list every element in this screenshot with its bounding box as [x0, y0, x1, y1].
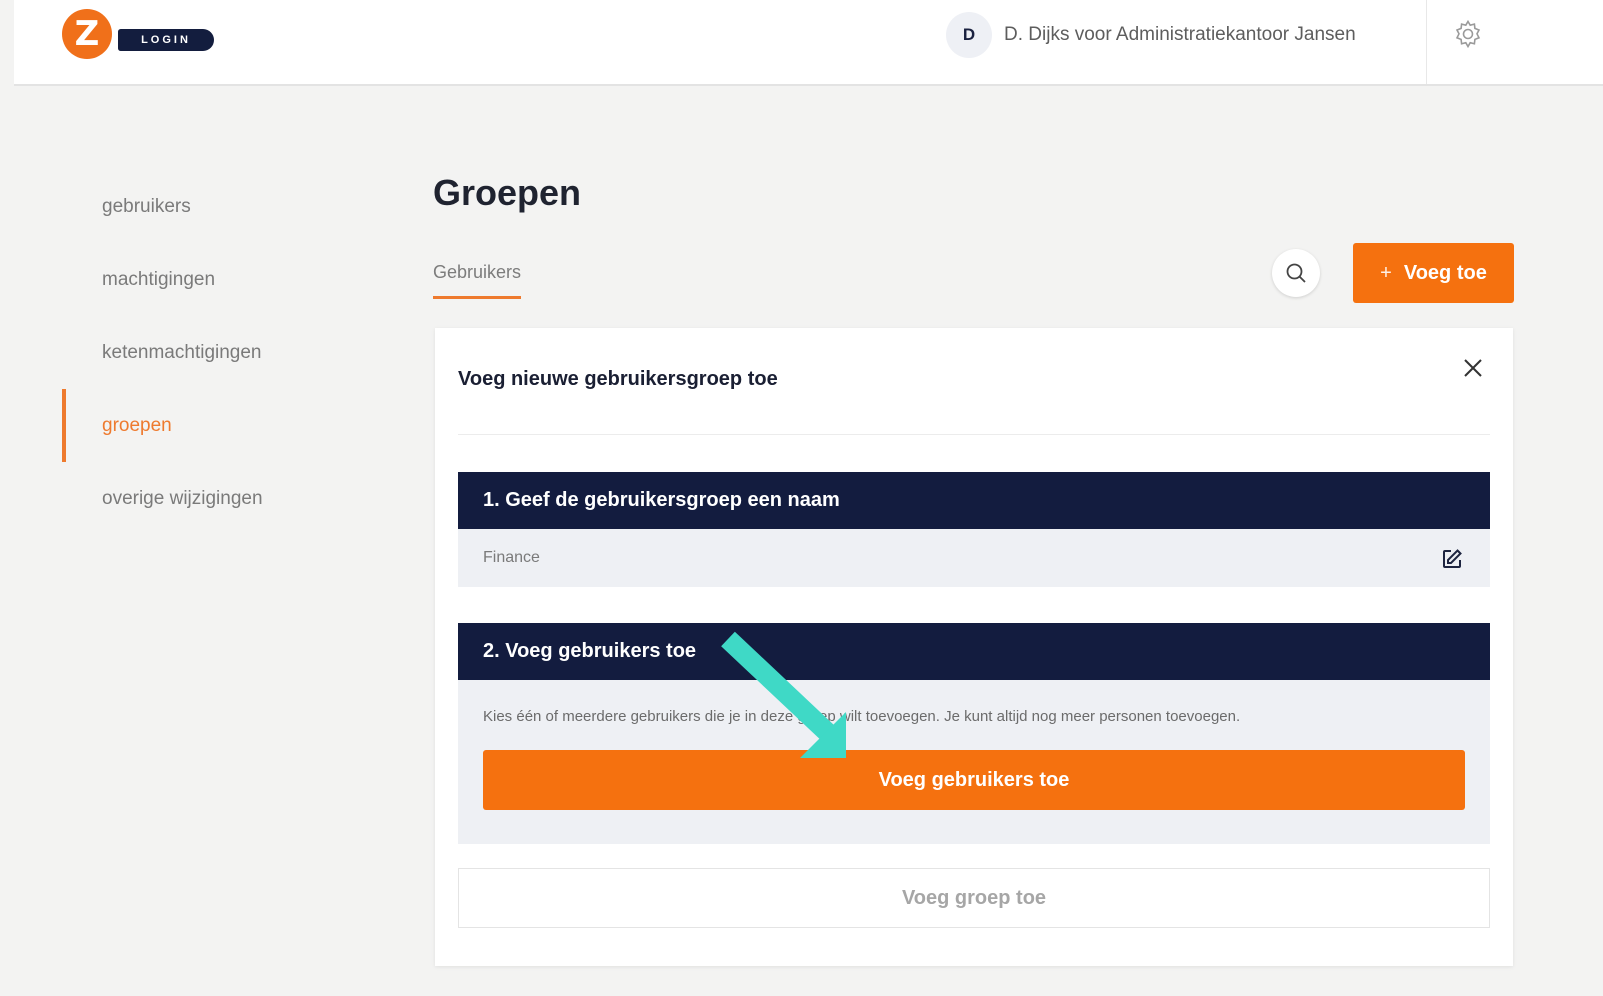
- step2-body: Kies één of meerdere gebruikers die je i…: [458, 680, 1490, 844]
- divider: [458, 434, 1490, 435]
- zlogin-logo[interactable]: Z LOGIN: [62, 9, 222, 61]
- add-users-button[interactable]: Voeg gebruikers toe: [483, 750, 1465, 810]
- add-group-button[interactable]: Voeg groep toe: [458, 868, 1490, 928]
- add-button-label: Voeg toe: [1403, 261, 1487, 284]
- edit-icon[interactable]: [1440, 547, 1464, 571]
- group-name-value: Finance: [483, 549, 540, 566]
- logo-wordmark: LOGIN: [118, 29, 214, 51]
- group-name-field[interactable]: Finance: [458, 529, 1490, 587]
- logo-badge: Z: [62, 9, 112, 59]
- sidebar-item-overige-wijzigingen[interactable]: overige wijzigingen: [62, 462, 362, 535]
- sidebar-item-label: gebruikers: [102, 195, 191, 217]
- sidebar-item-gebruikers[interactable]: gebruikers: [62, 170, 362, 243]
- sidebar-item-label: overige wijzigingen: [102, 487, 263, 509]
- sidebar-item-label: ketenmachtigingen: [102, 341, 262, 363]
- sidebar: gebruikers machtigingen ketenmachtiginge…: [62, 170, 362, 535]
- search-icon: [1286, 263, 1306, 283]
- gear-icon[interactable]: [1452, 18, 1484, 50]
- sidebar-item-label: machtigingen: [102, 268, 216, 290]
- add-group-panel: Voeg nieuwe gebruikersgroep toe 1. Geef …: [435, 328, 1513, 966]
- page-title: Groepen: [433, 172, 582, 213]
- sidebar-item-label: groepen: [102, 414, 172, 436]
- plus-icon: +: [1380, 261, 1392, 284]
- annotation-arrow-icon: [721, 631, 846, 758]
- header-divider: [1426, 0, 1427, 84]
- sidebar-item-ketenmachtigingen[interactable]: ketenmachtigingen: [62, 316, 362, 389]
- step2-heading: 2. Voeg gebruikers toe: [458, 623, 1490, 680]
- sidebar-item-groepen[interactable]: groepen: [62, 389, 362, 462]
- search-button[interactable]: [1272, 249, 1320, 297]
- add-button[interactable]: + Voeg toe: [1353, 243, 1514, 303]
- tab-gebruikers[interactable]: Gebruikers: [433, 262, 522, 299]
- panel-title: Voeg nieuwe gebruikersgroep toe: [458, 368, 778, 390]
- close-icon[interactable]: [1461, 356, 1485, 380]
- user-menu[interactable]: D D. Dijks voor Administratiekantoor Jan…: [946, 10, 1356, 60]
- step1-heading: 1. Geef de gebruikersgroep een naam: [458, 472, 1490, 529]
- top-bar: Z LOGIN D D. Dijks voor Administratiekan…: [14, 0, 1603, 86]
- user-name: D. Dijks voor Administratiekantoor Janse…: [1004, 24, 1356, 45]
- sidebar-item-machtigingen[interactable]: machtigingen: [62, 243, 362, 316]
- avatar: D: [946, 12, 992, 58]
